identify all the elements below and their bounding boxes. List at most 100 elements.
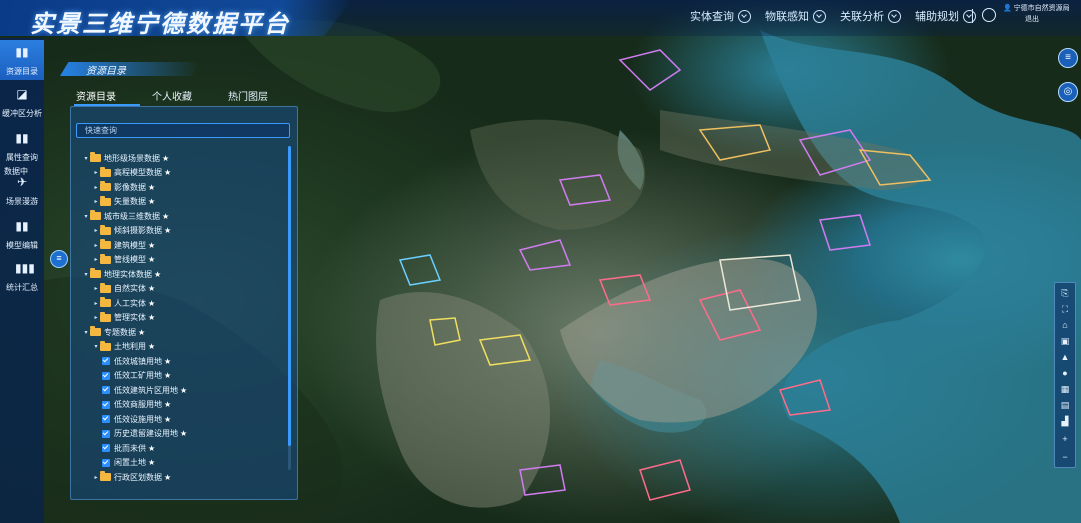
list-icon[interactable]: ≡ <box>1058 48 1078 68</box>
favorite-star-icon[interactable]: ★ <box>164 226 171 235</box>
tree-folder-item[interactable]: ▸ 建筑模型 ★ <box>92 238 155 252</box>
layers-icon[interactable]: ▣ <box>1055 333 1075 349</box>
checkbox-checked-icon[interactable] <box>102 458 110 467</box>
tree-folder-item[interactable]: ▾ 专题数据 ★ <box>82 325 145 339</box>
caret-right-icon[interactable]: ▸ <box>92 198 100 205</box>
north-arrow-icon[interactable]: ▲ <box>1055 349 1075 365</box>
language-globe-icon[interactable] <box>982 8 996 22</box>
tree-folder-item[interactable]: ▾ 地理实体数据 ★ <box>82 267 161 281</box>
caret-right-icon[interactable]: ▸ <box>92 285 100 292</box>
tree-folder-item[interactable]: ▾ 城市级三维数据 ★ <box>82 209 169 223</box>
collapse-panel-button[interactable]: ≡ <box>50 250 68 268</box>
caret-down-icon[interactable]: ▾ <box>82 329 90 336</box>
tree-folder-item[interactable]: ▸ 矢量数据 ★ <box>92 195 155 209</box>
favorite-star-icon[interactable]: ★ <box>148 284 155 293</box>
tree-leaf-item[interactable]: 批而未供 ★ <box>102 441 155 455</box>
sidebar-item-model-edit[interactable]: ▮▮ 模型编辑 <box>0 214 44 254</box>
tree-folder-item[interactable]: ▸ 人工实体 ★ <box>92 296 155 310</box>
tree-leaf-item[interactable]: 低效工矿用地 ★ <box>102 369 171 383</box>
favorite-star-icon[interactable]: ★ <box>148 241 155 250</box>
search-input[interactable] <box>76 123 290 138</box>
nav-assisted-planning[interactable]: 辅助规划 <box>915 8 976 24</box>
favorite-star-icon[interactable]: ★ <box>148 458 155 467</box>
tree-folder-item[interactable]: ▸ 管线模型 ★ <box>92 253 155 267</box>
lock-icon[interactable]: ⌂ <box>1055 317 1075 333</box>
caret-right-icon[interactable]: ▸ <box>92 169 100 176</box>
checkbox-checked-icon[interactable] <box>102 415 110 423</box>
favorite-star-icon[interactable]: ★ <box>164 473 171 482</box>
caret-right-icon[interactable]: ▸ <box>92 256 100 263</box>
favorite-star-icon[interactable]: ★ <box>148 299 155 308</box>
tree-folder-item[interactable]: ▸ 自然实体 ★ <box>92 282 155 296</box>
tree-scrollbar[interactable] <box>288 146 291 470</box>
tree-leaf-item[interactable]: 历史遗留建设用地 ★ <box>102 427 187 441</box>
grid-icon[interactable]: ▦ <box>1055 381 1075 397</box>
caret-right-icon[interactable]: ▸ <box>92 314 100 321</box>
checkbox-checked-icon[interactable] <box>102 444 110 452</box>
nav-iot-sensing[interactable]: 物联感知 <box>765 8 826 24</box>
tree-folder-item[interactable]: ▸ 倾斜摄影数据 ★ <box>92 224 171 238</box>
favorite-star-icon[interactable]: ★ <box>162 212 169 221</box>
favorite-star-icon[interactable]: ★ <box>164 400 171 409</box>
sidebar-item-attribute-query[interactable]: ▮▮ 属性查询 <box>0 126 44 166</box>
caret-right-icon[interactable]: ▸ <box>92 474 100 481</box>
document-icon[interactable]: ▤ <box>1055 397 1075 413</box>
caret-down-icon[interactable]: ▾ <box>82 155 90 162</box>
checkbox-checked-icon[interactable] <box>102 429 110 438</box>
sidebar-item-resource-catalog[interactable]: ▮▮ 资源目录 <box>0 40 44 80</box>
favorite-star-icon[interactable]: ★ <box>164 415 171 424</box>
tree-leaf-item[interactable]: 低效设施用地 ★ <box>102 412 171 426</box>
caret-down-icon[interactable]: ▾ <box>82 271 90 278</box>
tree-leaf-item[interactable]: 低效商服用地 ★ <box>102 398 171 412</box>
favorite-star-icon[interactable]: ★ <box>148 313 155 322</box>
favorite-star-icon[interactable]: ★ <box>180 429 187 438</box>
tab-resource-catalog[interactable]: 资源目录 <box>76 88 116 103</box>
tab-favorites[interactable]: 个人收藏 <box>152 88 192 103</box>
tree-leaf-item[interactable]: 低效城镇用地 ★ <box>102 354 171 368</box>
favorite-star-icon[interactable]: ★ <box>164 371 171 380</box>
measure-icon[interactable]: ⎘ <box>1055 285 1075 301</box>
sidebar-item-scene-roaming[interactable]: ✈ 场景漫游 <box>0 170 44 210</box>
tree-folder-item[interactable]: ▾ 土地利用 ★ <box>92 340 155 354</box>
tree-folder-item[interactable]: ▸ 行政区划数据 ★ <box>92 470 171 484</box>
favorite-star-icon[interactable]: ★ <box>162 154 169 163</box>
favorite-star-icon[interactable]: ★ <box>180 386 187 395</box>
nav-entity-query[interactable]: 实体查询 <box>690 8 751 24</box>
favorite-star-icon[interactable]: ★ <box>148 197 155 206</box>
favorite-star-icon[interactable]: ★ <box>154 270 161 279</box>
checkbox-checked-icon[interactable] <box>102 357 110 365</box>
zoom-in-icon[interactable]: + <box>1055 431 1075 447</box>
caret-down-icon[interactable]: ▾ <box>92 343 100 350</box>
caret-right-icon[interactable]: ▸ <box>92 184 100 191</box>
nav-association-analysis[interactable]: 关联分析 <box>840 8 901 24</box>
zoom-out-icon[interactable]: − <box>1055 449 1075 465</box>
favorite-star-icon[interactable]: ★ <box>164 168 171 177</box>
sidebar-item-buffer-analysis[interactable]: ◪ 缓冲区分析 <box>0 82 44 122</box>
checkbox-checked-icon[interactable] <box>102 400 110 409</box>
favorite-star-icon[interactable]: ★ <box>148 183 155 192</box>
chart-icon[interactable]: ▟ <box>1055 413 1075 429</box>
caret-right-icon[interactable]: ▸ <box>92 300 100 307</box>
favorite-star-icon[interactable]: ★ <box>164 357 171 366</box>
favorite-star-icon[interactable]: ★ <box>138 328 145 337</box>
caret-down-icon[interactable]: ▾ <box>82 213 90 220</box>
tree-leaf-item[interactable]: 闲置土地 ★ <box>102 456 155 470</box>
tab-hot-layers[interactable]: 热门图层 <box>228 88 268 103</box>
screenshot-icon[interactable]: ⛶ <box>1055 301 1075 317</box>
scrollbar-thumb[interactable] <box>288 146 291 446</box>
globe-icon[interactable]: ◎ <box>1058 82 1078 102</box>
tree-folder-item[interactable]: ▾ 地形级场景数据 ★ <box>82 151 169 165</box>
logout-link[interactable]: 退出 <box>1003 14 1070 25</box>
globe-view-icon[interactable]: ● <box>1055 365 1075 381</box>
tree-folder-item[interactable]: ▸ 高程模型数据 ★ <box>92 166 171 180</box>
tree-leaf-item[interactable]: 低效建筑片区用地 ★ <box>102 383 187 397</box>
sidebar-item-statistics[interactable]: ▮▮▮ 统计汇总 <box>0 256 44 296</box>
checkbox-checked-icon[interactable] <box>102 386 110 394</box>
tree-folder-item[interactable]: ▸ 影像数据 ★ <box>92 180 155 194</box>
favorite-star-icon[interactable]: ★ <box>148 255 155 264</box>
caret-right-icon[interactable]: ▸ <box>92 227 100 234</box>
tree-folder-item[interactable]: ▸ 管理实体 ★ <box>92 311 155 325</box>
checkbox-checked-icon[interactable] <box>102 371 110 380</box>
caret-right-icon[interactable]: ▸ <box>92 242 100 249</box>
favorite-star-icon[interactable]: ★ <box>148 342 155 351</box>
